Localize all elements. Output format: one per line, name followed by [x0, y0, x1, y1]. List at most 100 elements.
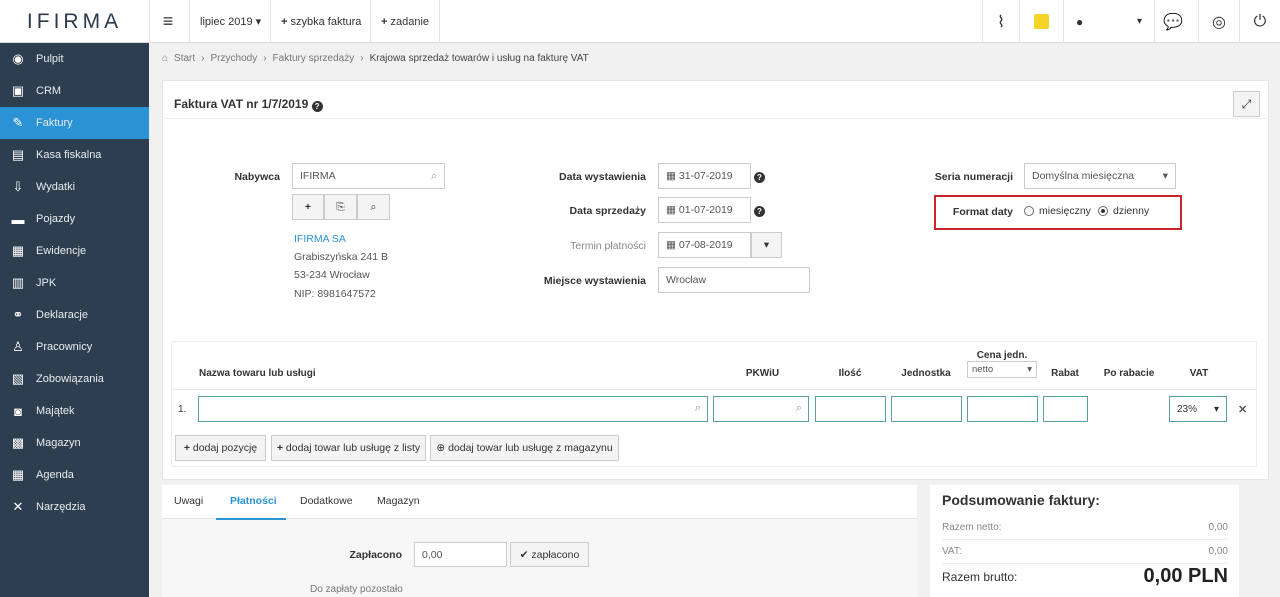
discount-input[interactable]: [1043, 396, 1088, 422]
paperclip-icon[interactable]: ⌇: [982, 0, 1019, 43]
price-input[interactable]: [967, 396, 1038, 422]
sidebar-item-ewidencje[interactable]: ▦ Ewidencje: [0, 235, 149, 267]
header-price: Cena jedn.: [976, 350, 1028, 361]
caret-down-icon: ▾: [763, 239, 770, 251]
radio-circle: [1098, 206, 1108, 217]
paid-button[interactable]: ✔ zapłacono: [510, 542, 589, 567]
issue-date-label: Data wystawienia: [559, 171, 646, 183]
plus-icon: +: [381, 15, 388, 28]
add-task-button[interactable]: + zadanie: [370, 0, 441, 43]
breadcrumb-start[interactable]: Start: [174, 53, 195, 64]
user-menu[interactable]: ● ▾: [1063, 0, 1154, 43]
divider: [942, 539, 1228, 540]
sidebar-item-zobowiazania[interactable]: ▧ Zobowiązania: [0, 363, 149, 395]
sidebar-item-narzedzia[interactable]: ✕ Narzędzia: [0, 491, 149, 523]
unit-input[interactable]: [891, 396, 962, 422]
help-icon[interactable]: ?: [754, 206, 765, 217]
tab-magazyn[interactable]: Magazyn: [377, 495, 420, 507]
sidebar-item-pulpit[interactable]: ◉ Pulpit: [0, 43, 149, 75]
add-from-stock-button[interactable]: ⊕ dodaj towar lub usługę z magazynu: [430, 435, 619, 461]
tab-uwagi[interactable]: Uwagi: [174, 495, 203, 507]
row-number: 1.: [178, 404, 187, 415]
issue-date-input[interactable]: ▦ 31-07-2019: [658, 163, 751, 189]
copy-icon[interactable]: ⎘: [324, 194, 357, 220]
sidebar-item-majatek[interactable]: ◙ Majątek: [0, 395, 149, 427]
due-date-input[interactable]: ▦ 07-08-2019: [658, 232, 751, 258]
sidebar-item-faktury[interactable]: ✎ Faktury: [0, 107, 149, 139]
add-position-button[interactable]: + dodaj pozycję: [175, 435, 266, 461]
help-icon[interactable]: ?: [754, 172, 765, 183]
buyer-city: 53-234 Wrocław: [294, 269, 370, 281]
due-date-label: Termin płatności: [570, 240, 646, 252]
paid-input[interactable]: 0,00: [414, 542, 507, 567]
tab-dodatkowe[interactable]: Dodatkowe: [300, 495, 353, 507]
net-value: 0,00: [1208, 522, 1228, 533]
sidebar-item-jpk[interactable]: ▥ JPK: [0, 267, 149, 299]
series-select[interactable]: Domyślna miesięczna ▾: [1024, 163, 1176, 189]
top-bar: I FIRMA ≡ lipiec 2019 ▾ + szybka faktura …: [0, 0, 1280, 43]
pkwiu-input[interactable]: ⌕: [713, 396, 809, 422]
header-name: Nazwa towaru lub usługi: [199, 368, 316, 379]
buyer-name-link[interactable]: IFIRMA SA: [294, 233, 346, 245]
sidebar-item-pracownicy[interactable]: ♙ Pracownicy: [0, 331, 149, 363]
price-mode-select[interactable]: netto ▾: [967, 361, 1037, 378]
sticky-note-icon[interactable]: [1019, 0, 1063, 43]
place-input[interactable]: Wrocław: [658, 267, 810, 293]
jpk-icon: ▥: [11, 275, 25, 290]
calendar-icon: ▦: [666, 239, 676, 251]
header-qty: Ilość: [838, 368, 862, 379]
home-icon: ⌂: [162, 53, 169, 64]
header-after-discount: Po rabacie: [1103, 368, 1155, 379]
radio-daily[interactable]: dzienny: [1098, 205, 1149, 217]
employees-icon: ♙: [12, 339, 24, 354]
sidebar-item-crm[interactable]: ▣ CRM: [0, 75, 149, 107]
sidebar-item-wydatki[interactable]: ⇩ Wydatki: [0, 171, 149, 203]
declarations-icon: ⚭: [12, 307, 24, 322]
buyer-street: Grabiszyńska 241 B: [294, 251, 388, 263]
qty-input[interactable]: [815, 396, 886, 422]
dashboard-icon: ◉: [12, 51, 24, 66]
sidebar-item-deklaracje[interactable]: ⚭ Deklaracje: [0, 299, 149, 331]
add-buyer-button[interactable]: +: [292, 194, 324, 220]
period-selector[interactable]: lipiec 2019 ▾: [189, 0, 271, 43]
header-pkwiu: PKWiU: [745, 368, 780, 379]
sidebar-item-pojazdy[interactable]: ▬ Pojazdy: [0, 203, 149, 235]
vat-value: 0,00: [1208, 546, 1228, 557]
caret-down-icon: ▾: [1162, 170, 1168, 182]
sidebar-item-magazyn[interactable]: ▩ Magazyn: [0, 427, 149, 459]
expand-icon[interactable]: ⤢: [1233, 91, 1260, 117]
calendar-icon: ▦: [666, 170, 676, 182]
search-icon: ⌕: [795, 402, 802, 414]
invoice-title: Faktura VAT nr 1/7/2019 ?: [174, 97, 323, 112]
sale-date-input[interactable]: ▦ 01-07-2019: [658, 197, 751, 223]
quick-invoice-button[interactable]: + szybka faktura: [270, 0, 371, 43]
help-icon[interactable]: ?: [311, 101, 323, 112]
item-name-input[interactable]: ⌕: [198, 396, 708, 422]
help-lifebuoy-icon[interactable]: ◎: [1198, 0, 1239, 43]
caret-down-icon: ▾: [1027, 364, 1032, 375]
power-icon[interactable]: ⏻: [1239, 0, 1280, 43]
ifirma-logo[interactable]: I FIRMA: [0, 0, 149, 43]
due-date-dropdown[interactable]: ▾: [751, 232, 782, 258]
summary-title: Podsumowanie faktury:: [942, 492, 1100, 508]
plus-circle-icon: ⊕: [436, 442, 446, 454]
search-buyer-button[interactable]: ⌕: [357, 194, 390, 220]
breadcrumb-przychody[interactable]: Przychody: [211, 53, 258, 64]
radio-monthly[interactable]: miesięczny: [1024, 205, 1091, 217]
remove-row-icon[interactable]: ✕: [1238, 403, 1247, 416]
breadcrumb-faktury-sprzedazy[interactable]: Faktury sprzedaży: [273, 53, 355, 64]
caret-down-icon: ▾: [255, 16, 262, 28]
add-from-list-button[interactable]: + dodaj towar lub usługę z listy: [271, 435, 426, 461]
check-icon: ✔: [519, 548, 529, 561]
place-label: Miejsce wystawienia: [543, 275, 646, 287]
hamburger-menu-icon[interactable]: ≡: [149, 0, 186, 43]
gross-label: Razem brutto:: [942, 570, 1018, 584]
sidebar-item-kasa-fiskalna[interactable]: ▤ Kasa fiskalna: [0, 139, 149, 171]
vat-select[interactable]: 23% ▾: [1169, 396, 1227, 422]
buyer-input[interactable]: IFIRMA ⌕: [292, 163, 445, 189]
tab-platnosci[interactable]: Płatności: [216, 485, 286, 520]
sidebar-item-agenda[interactable]: ▦ Agenda: [0, 459, 149, 491]
chat-icon[interactable]: 💬: [1154, 0, 1191, 43]
search-icon: ⌕: [431, 169, 437, 182]
expenses-icon: ⇩: [12, 179, 24, 194]
